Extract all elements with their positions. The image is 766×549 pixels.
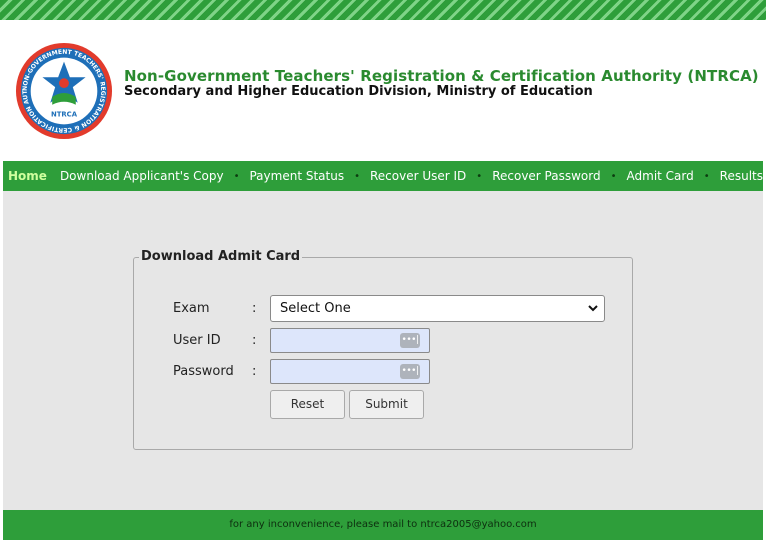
password-manager-icon[interactable]: •••| <box>400 364 420 379</box>
submit-button[interactable]: Submit <box>349 390 424 419</box>
password-manager-icon[interactable]: •••| <box>400 333 420 348</box>
logo-text: NTRCA <box>51 110 78 118</box>
top-stripe-bar <box>0 0 766 20</box>
reset-button[interactable]: Reset <box>270 390 345 419</box>
nav-separator: • <box>233 170 240 182</box>
nav-separator: • <box>703 170 710 182</box>
ntrca-logo: NON-GOVERNMENT TEACHERS' REGISTRATION & … <box>15 42 113 140</box>
nav-separator: • <box>354 170 360 182</box>
exam-label: Exam <box>173 301 210 316</box>
exam-select[interactable]: Select One <box>270 295 605 322</box>
user-id-label: User ID <box>173 333 221 348</box>
user-id-colon: : <box>252 333 257 348</box>
site-header: NON-GOVERNMENT TEACHERS' REGISTRATION & … <box>3 20 763 161</box>
nav-download-applicant-copy[interactable]: Download Applicant's Copy <box>60 169 224 183</box>
password-colon: : <box>252 364 257 379</box>
admit-card-form: Download Admit Card Exam : Select One Us… <box>133 249 633 450</box>
nav-separator: • <box>476 170 483 182</box>
form-legend: Download Admit Card <box>139 249 303 264</box>
nav-results[interactable]: Results <box>720 169 763 183</box>
user-id-input[interactable]: •••| <box>270 328 430 353</box>
main-nav: Home Download Applicant's Copy • Payment… <box>3 161 763 191</box>
org-title: Non-Government Teachers' Registration & … <box>124 67 759 85</box>
nav-payment-status[interactable]: Payment Status <box>249 169 344 183</box>
password-label: Password <box>173 364 234 379</box>
nav-separator: • <box>610 170 617 182</box>
footer-contact: for any inconvenience, please mail to nt… <box>3 510 763 540</box>
exam-select-value: Select One <box>280 301 351 316</box>
nav-recover-password[interactable]: Recover Password <box>492 169 600 183</box>
nav-recover-user-id[interactable]: Recover User ID <box>370 169 466 183</box>
main-content: Download Admit Card Exam : Select One Us… <box>3 191 763 510</box>
org-subtitle: Secondary and Higher Education Division,… <box>124 84 593 99</box>
chevron-down-icon <box>588 305 598 312</box>
nav-admit-card[interactable]: Admit Card <box>627 169 694 183</box>
password-input[interactable]: •••| <box>270 359 430 384</box>
exam-colon: : <box>252 301 257 316</box>
nav-home[interactable]: Home <box>8 169 60 183</box>
